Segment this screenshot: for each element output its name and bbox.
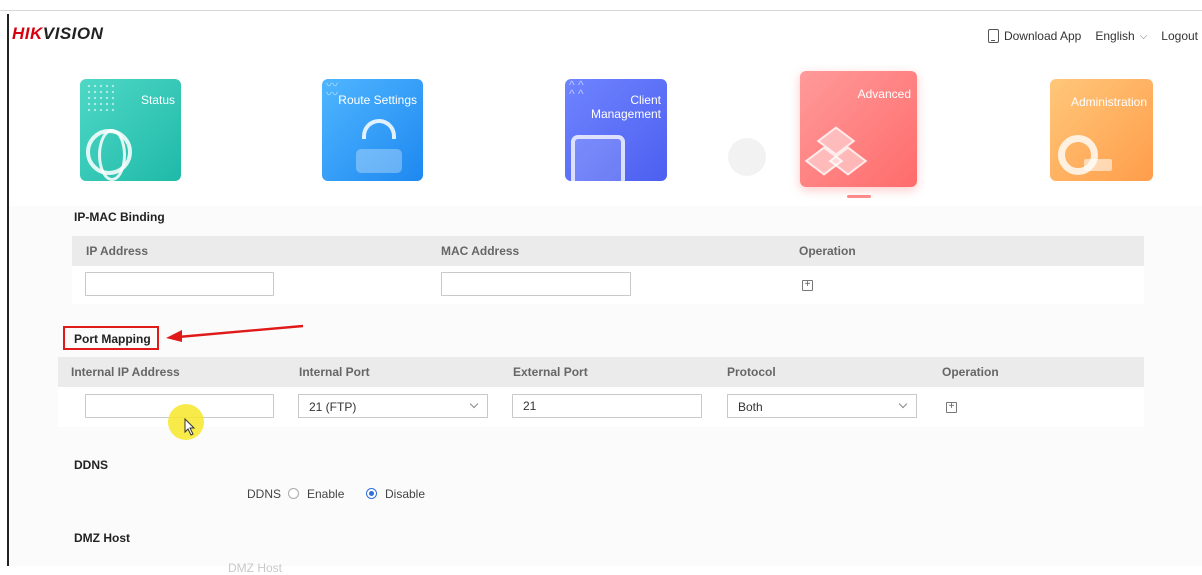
col-mac-address: MAC Address (441, 244, 520, 258)
external-port-input[interactable] (512, 394, 702, 418)
ddns-disable-label[interactable]: Disable (385, 487, 425, 501)
ip-mac-table-header: IP Address MAC Address Operation (72, 236, 1144, 266)
col-internal-port: Internal Port (299, 365, 370, 379)
annotation-highlight-box (63, 326, 159, 350)
menu-tile-client-management[interactable]: ^ ^ ^ ^ Client Management (565, 79, 667, 181)
ddns-enable-radio[interactable] (288, 488, 299, 499)
menu-tile-route-settings[interactable]: 〰〰 Route Settings (322, 79, 423, 181)
menu-tile-administration[interactable]: Administration (1050, 79, 1153, 181)
ddns-enable-label[interactable]: Enable (307, 487, 344, 501)
router-icon (356, 149, 402, 173)
logout-label: Logout (1161, 29, 1198, 43)
protocol-value: Both (738, 400, 763, 414)
wifi-icon (362, 119, 396, 139)
download-app-link[interactable]: Download App (987, 29, 1082, 43)
col-ip-address: IP Address (86, 244, 149, 258)
wave-pattern: 〰〰 (326, 79, 339, 101)
cubes-icon (804, 126, 868, 181)
phone-icon (987, 29, 999, 43)
browser-frame: HIKVISION Download App English ⌵ Logout … (0, 0, 1202, 575)
logo-red-part: HIK (12, 24, 43, 43)
port-mapping-table-header: Internal IP Address Internal Port Extern… (58, 357, 1144, 387)
language-select[interactable]: English ⌵ (1095, 29, 1147, 43)
ddns-title: DDNS (74, 458, 109, 472)
menu-tile-label: Advanced (857, 87, 911, 101)
menu-tile-advanced[interactable]: Advanced (800, 71, 917, 187)
col-external-port: External Port (513, 365, 588, 379)
col-operation: Operation (942, 365, 999, 379)
chevron-down-icon: ⌵ (1139, 30, 1148, 42)
menu-tile-label-line1: Client (630, 93, 661, 107)
chevron-pattern: ^ ^ ^ ^ (569, 79, 584, 101)
language-label: English (1095, 29, 1135, 43)
download-app-label: Download App (1003, 29, 1082, 43)
globe-icon (86, 129, 132, 181)
dmz-host-title: DMZ Host (74, 531, 130, 545)
annotation-arrow (166, 324, 304, 342)
menu-tile-label: Route Settings (338, 93, 417, 107)
add-port-mapping-button[interactable]: + (946, 402, 957, 413)
gear-bar (1084, 159, 1112, 171)
col-internal-ip: Internal IP Address (71, 365, 180, 379)
internal-port-select[interactable]: 21 (FTP) (298, 394, 488, 418)
ddns-label: DDNS (247, 487, 282, 501)
menu-tile-label: Client Management (591, 93, 661, 121)
mac-address-input[interactable] (441, 272, 631, 296)
chevron-down-icon (469, 399, 479, 409)
col-operation: Operation (799, 244, 856, 258)
menu-tile-status[interactable]: Status (80, 79, 181, 181)
top-links: Download App English ⌵ Logout (987, 29, 1198, 43)
menu-tile-label: Administration (1070, 95, 1147, 109)
logout-link[interactable]: Logout (1161, 29, 1198, 43)
col-protocol: Protocol (727, 365, 776, 379)
dmz-host-label: DMZ Host (228, 561, 282, 575)
device-icon (571, 135, 625, 181)
internal-port-value: 21 (FTP) (309, 400, 357, 414)
dot-pattern (86, 83, 114, 113)
hikvision-logo: HIKVISION (12, 24, 103, 44)
add-ip-mac-button[interactable]: + (802, 280, 813, 291)
background-decoration (728, 138, 766, 176)
chevron-down-icon (898, 399, 908, 409)
ddns-disable-radio[interactable] (366, 488, 377, 499)
top-divider (0, 10, 1202, 11)
ip-address-input[interactable] (85, 272, 274, 296)
menu-tile-label: Status (140, 93, 175, 107)
logo-dark-part: VISION (42, 24, 104, 43)
menu-tile-label-line2: Management (590, 107, 661, 121)
active-tab-indicator (847, 195, 871, 198)
ip-mac-binding-title: IP-MAC Binding (74, 210, 165, 224)
mouse-pointer-icon (184, 418, 196, 436)
protocol-select[interactable]: Both (727, 394, 917, 418)
